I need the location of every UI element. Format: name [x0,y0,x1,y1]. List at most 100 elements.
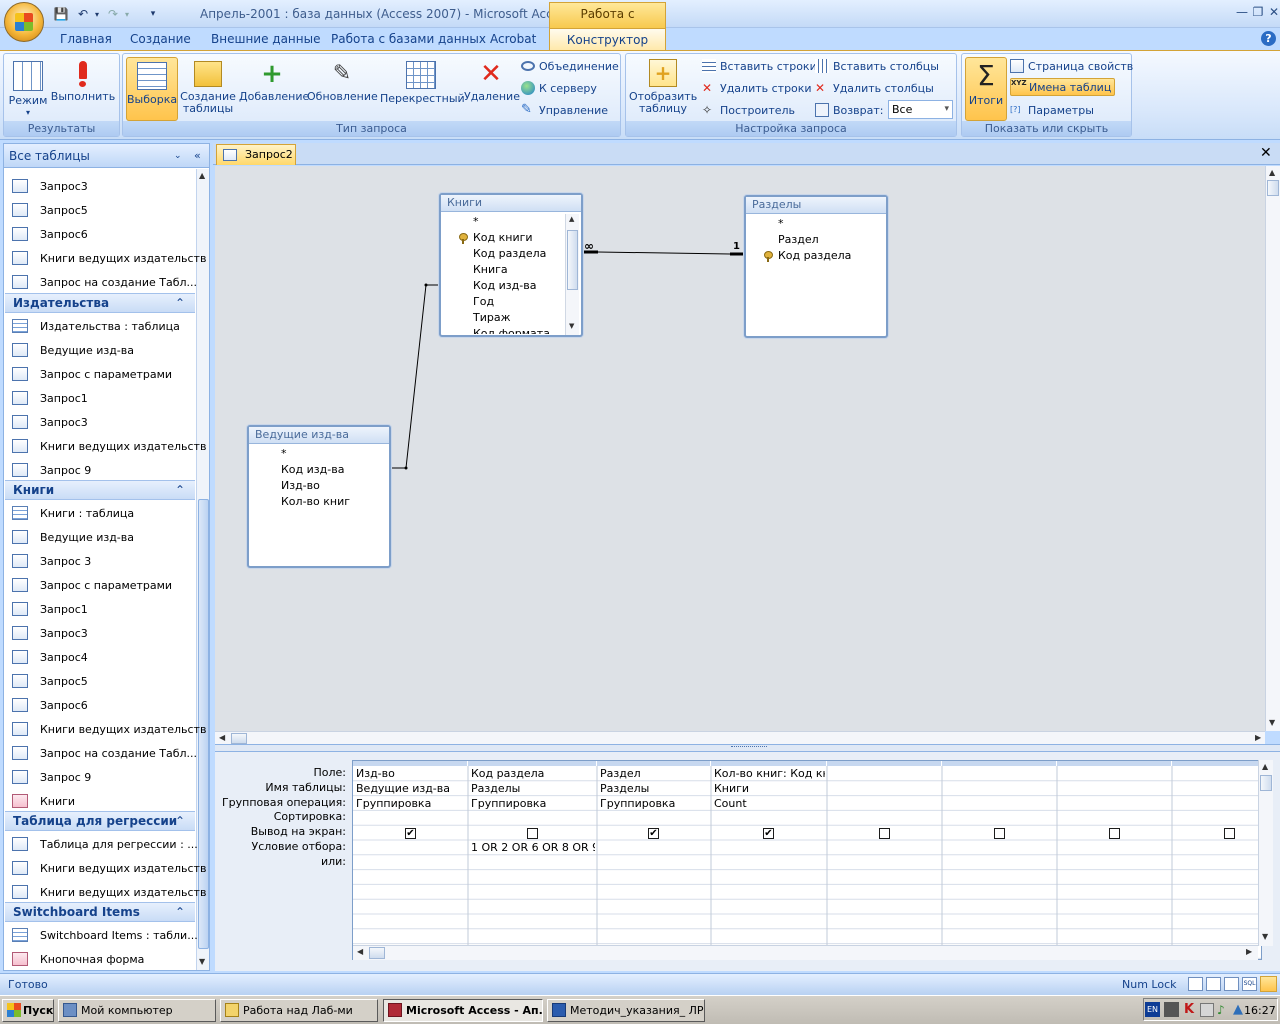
redo-dropdown-icon[interactable]: ▾ [118,5,136,23]
table-window-sections[interactable]: Разделы * Раздел Код раздела [744,195,888,338]
nav-item[interactable]: Книги : таблица [12,502,134,524]
design-hscrollbar[interactable]: ◀ ▶ [215,731,1265,745]
office-button[interactable] [4,2,44,42]
nav-item[interactable]: Запрос на создание Табл... [12,271,197,293]
datasheet-view-icon[interactable] [1188,977,1203,991]
nav-item[interactable]: Запрос3 [12,175,88,197]
nav-item[interactable]: Запрос6 [12,694,88,716]
table-field[interactable]: Раздел [778,233,819,246]
tab-design[interactable]: Конструктор [549,28,666,51]
close-icon[interactable]: ✕ [1263,3,1280,21]
table-window-publishers[interactable]: Ведущие изд-ва * Код изд-ва Изд-во Кол-во к… [247,425,391,568]
data-definition-button[interactable]: ✎ Управление [521,101,608,119]
table-field[interactable]: Год [473,295,494,308]
nav-item[interactable]: Издательства : таблица [12,315,180,337]
nav-item[interactable]: Запрос на создание Табл... [12,742,197,764]
column-selector[interactable] [353,761,468,766]
nav-item[interactable]: Книги ведущих издательств [12,718,206,740]
show-checkbox[interactable]: ✔ [763,828,774,840]
table-field[interactable]: * [778,217,784,230]
show-checkbox[interactable] [527,828,538,840]
grid-cell-total[interactable]: Count [714,797,825,810]
taskbar-item-my-computer[interactable]: Мой компьютер [58,999,216,1022]
nav-item[interactable]: Запрос3 [12,411,88,433]
nav-group-header[interactable]: Switchboard Items ⌃ [5,902,195,922]
grid-hscroll-thumb[interactable] [369,947,385,959]
nav-item[interactable]: Запрос5 [12,670,88,692]
select-query-button[interactable]: Выборка [126,57,178,121]
safely-remove-icon[interactable]: ▲ [1233,1002,1243,1017]
grid-cell-total[interactable]: Группировка [600,797,709,810]
scroll-up-icon[interactable]: ▲ [199,171,205,180]
delete-rows-button[interactable]: ✕ Удалить строки [702,79,812,97]
grid-cell-table[interactable]: Разделы [600,782,709,795]
close-document-icon[interactable]: ✕ [1260,145,1274,161]
grid-cell-criteria[interactable]: 1 OR 2 OR 6 OR 8 OR 9 [471,841,595,854]
nav-item[interactable]: Запрос5 [12,199,88,221]
tab-acrobat[interactable]: Acrobat [490,31,536,49]
nav-group-header[interactable]: Издательства ⌃ [5,293,195,313]
scroll-down-icon[interactable]: ▼ [199,957,205,966]
insert-columns-button[interactable]: Вставить столбцы [815,57,939,75]
taskbar-item-access[interactable]: Microsoft Access - Ап... [383,999,543,1022]
design-vscrollbar[interactable]: ▲ ▼ [1265,166,1280,731]
column-selector[interactable] [1057,761,1172,766]
table-field[interactable]: Код формата [473,327,550,334]
column-selector[interactable] [711,761,827,766]
show-checkbox[interactable] [1109,828,1120,840]
grid-cell-field[interactable]: Раздел [600,767,709,780]
table-field[interactable]: Книга [473,263,508,276]
grid-cell-table[interactable]: Разделы [471,782,595,795]
scroll-right-icon[interactable]: ▶ [1246,947,1252,956]
tab-external-data[interactable]: Внешние данные [211,31,320,49]
property-sheet-button[interactable]: Страница свойств [1010,57,1133,75]
builder-button[interactable]: ✧ Построитель [702,101,795,119]
table-field[interactable]: Код книги [473,231,533,244]
nav-item[interactable]: Книги [12,790,75,812]
books-field-scrollbar[interactable]: ▲ ▼ [565,214,579,335]
grid-cell-total[interactable]: Группировка [471,797,595,810]
table-field[interactable]: Код изд-ва [281,463,344,476]
nav-header[interactable]: Все таблицы ⌄ « [4,144,209,168]
make-table-button[interactable]: Создание таблицы [179,57,237,115]
nav-item[interactable]: Запрос 3 [12,550,91,572]
show-table-button[interactable]: + Отобразить таблицу [629,57,697,115]
table-names-button[interactable]: XYZ Имена таблиц [1010,78,1116,96]
nav-item[interactable]: Ведущие изд-ва [12,339,134,361]
table-field[interactable]: Тираж [473,311,511,324]
scroll-down-icon[interactable]: ▼ [569,322,574,330]
grid-hscrollbar[interactable]: ◀ ▶ [353,945,1258,960]
grid-cell-field[interactable]: Изд-во [356,767,466,780]
show-checkbox[interactable] [994,828,1005,840]
volume-icon[interactable]: ♪ [1217,1003,1231,1017]
nav-item[interactable]: Запрос6 [12,223,88,245]
nav-item[interactable]: Книги ведущих издательств [12,881,206,903]
grid-cell-total[interactable]: Группировка [356,797,466,810]
nav-item[interactable]: Книги ведущих издательств [12,435,206,457]
nav-item[interactable]: Кнопочная форма [12,948,144,970]
design-hscroll-thumb[interactable] [231,733,247,744]
nav-item[interactable]: Запрос1 [12,598,88,620]
grid-vscrollbar[interactable]: ▲ ▼ [1258,760,1273,946]
column-selector[interactable] [468,761,597,766]
crosstab-button[interactable]: Перекрестный [380,57,465,105]
union-button[interactable]: Объединение [521,57,619,75]
column-selector[interactable] [942,761,1057,766]
column-selector[interactable] [1172,761,1261,766]
keyboard-icon[interactable] [1164,1002,1179,1017]
return-select[interactable]: Все ▾ [888,100,953,119]
taskbar-item-folder[interactable]: Работа над Лаб-ми [220,999,378,1022]
show-checkbox[interactable] [879,828,890,840]
nav-item[interactable]: Запрос 9 [12,459,91,481]
table-window-books[interactable]: Книги * Код книги Код раздела Книга Код изд-… [439,193,583,337]
pass-through-button[interactable]: К серверу [521,79,597,97]
sql-view-icon[interactable]: SQL [1242,977,1257,991]
tab-home[interactable]: Главная [60,31,112,49]
table-field[interactable]: Код изд-ва [473,279,536,292]
books-scroll-thumb[interactable] [567,230,578,290]
update-button[interactable]: ✎ Обновление [307,57,378,103]
table-field[interactable]: Кол-во книг [281,495,350,508]
table-field[interactable]: Код раздела [778,249,851,262]
help-icon[interactable]: ? [1261,31,1276,46]
table-field[interactable]: Изд-во [281,479,320,492]
